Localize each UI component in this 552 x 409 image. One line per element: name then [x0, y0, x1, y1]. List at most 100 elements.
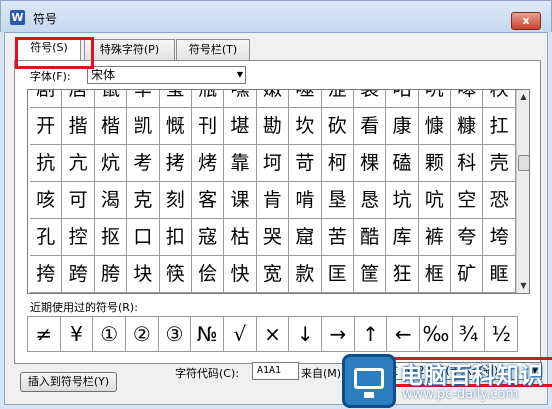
scroll-up-icon[interactable]: ▲	[517, 90, 529, 104]
symbol-cell[interactable]: 糠	[451, 108, 484, 145]
symbol-cell[interactable]: 垦	[321, 182, 354, 219]
symbol-cell[interactable]: 刻	[159, 182, 192, 219]
symbol-cell[interactable]: 扛	[483, 108, 516, 145]
symbol-cell[interactable]: 慨	[159, 108, 192, 145]
symbol-cell[interactable]: 噬	[289, 90, 322, 108]
recent-symbol-cell[interactable]: ½	[484, 316, 519, 352]
symbol-cell[interactable]: 恐	[483, 182, 516, 219]
symbol-cell[interactable]: 肯	[256, 182, 290, 219]
symbol-cell[interactable]: 裴	[353, 90, 387, 108]
symbol-cell[interactable]: 剧	[30, 90, 63, 108]
symbol-cell[interactable]: 渴	[94, 182, 128, 219]
symbol-cell[interactable]: 夸	[451, 219, 484, 256]
symbol-cell[interactable]: 开	[30, 108, 63, 145]
recent-symbol-cell[interactable]: ①	[92, 316, 127, 352]
symbol-cell[interactable]: 窟	[289, 219, 322, 256]
symbol-cell[interactable]: 款	[289, 256, 322, 293]
symbol-cell[interactable]: 匡	[321, 256, 354, 293]
recent-symbol-cell[interactable]: ↑	[353, 316, 388, 352]
symbol-cell[interactable]: 嗥	[451, 90, 484, 108]
tab-symbol-bar[interactable]: 符号栏(T)	[176, 39, 250, 60]
symbol-cell[interactable]: 烤	[191, 145, 225, 182]
symbol-cell[interactable]: 框	[418, 256, 452, 293]
symbol-cell[interactable]: 壳	[483, 145, 516, 182]
symbol-cell[interactable]: 筷	[159, 256, 192, 293]
symbol-cell[interactable]: 柯	[321, 145, 354, 182]
symbol-cell[interactable]: 坑	[386, 182, 419, 219]
symbol-cell[interactable]: 垮	[483, 219, 516, 256]
symbol-cell[interactable]: 涩	[321, 90, 354, 108]
symbol-cell[interactable]: 苦	[321, 219, 354, 256]
symbol-cell[interactable]: 拷	[159, 145, 192, 182]
symbol-cell[interactable]: 举	[127, 90, 160, 108]
recent-symbol-cell[interactable]: →	[321, 316, 355, 352]
symbol-cell[interactable]: 啃	[289, 182, 322, 219]
symbol-cell[interactable]: 抗	[30, 145, 63, 182]
symbol-cell[interactable]: 裤	[418, 219, 452, 256]
symbol-cell[interactable]: 砍	[321, 108, 354, 145]
symbol-cell[interactable]: 嫩	[256, 90, 290, 108]
symbol-cell[interactable]: 跨	[62, 256, 95, 293]
symbol-cell[interactable]: 恳	[353, 182, 387, 219]
symbol-cell[interactable]: 挎	[30, 256, 63, 293]
symbol-cell[interactable]: 楷	[94, 108, 128, 145]
symbol-cell[interactable]: 鼠	[94, 90, 128, 108]
recent-symbol-cell[interactable]: ②	[125, 316, 159, 352]
insert-to-symbol-bar-button[interactable]: 插入到符号栏(Y)	[20, 372, 117, 392]
recent-symbol-cell[interactable]: ↓	[288, 316, 323, 352]
symbol-cell[interactable]: 咕	[386, 90, 419, 108]
symbol-cell[interactable]: 狂	[386, 256, 419, 293]
recent-symbol-cell[interactable]: ③	[157, 316, 192, 352]
recent-symbol-cell[interactable]: √	[223, 316, 257, 352]
close-button[interactable]: x	[511, 12, 541, 30]
symbol-cell[interactable]: 吭	[418, 90, 452, 108]
symbol-cell[interactable]: 快	[224, 256, 257, 293]
symbol-cell[interactable]: 靠	[224, 145, 257, 182]
symbol-cell[interactable]: 莹	[159, 90, 192, 108]
symbol-cell[interactable]: 苛	[289, 145, 322, 182]
symbol-cell[interactable]: 堪	[224, 108, 257, 145]
symbol-cell[interactable]: 库	[386, 219, 419, 256]
symbol-cell[interactable]: 炕	[94, 145, 128, 182]
symbol-cell[interactable]: 吭	[418, 182, 452, 219]
symbol-cell[interactable]: 块	[127, 256, 160, 293]
symbol-cell[interactable]: 咳	[30, 182, 63, 219]
symbol-cell[interactable]: 考	[127, 145, 160, 182]
symbol-cell[interactable]: 孔	[30, 219, 63, 256]
symbol-cell[interactable]: 慷	[418, 108, 452, 145]
scroll-thumb[interactable]	[518, 154, 529, 171]
symbol-cell[interactable]: 揩	[62, 108, 95, 145]
symbol-cell[interactable]: 口	[127, 219, 160, 256]
symbol-cell[interactable]: 亢	[62, 145, 95, 182]
symbol-cell[interactable]: 秧	[483, 90, 516, 108]
recent-symbol-cell[interactable]: ×	[255, 316, 290, 352]
symbol-cell[interactable]: 刊	[191, 108, 225, 145]
symbol-cell[interactable]: 客	[191, 182, 225, 219]
symbol-cell[interactable]: 康	[386, 108, 419, 145]
symbol-cell[interactable]: 筐	[353, 256, 387, 293]
symbol-cell[interactable]: 克	[127, 182, 160, 219]
symbol-cell[interactable]: 居	[62, 90, 95, 108]
symbol-cell[interactable]: 棵	[353, 145, 387, 182]
symbol-cell[interactable]: 课	[224, 182, 257, 219]
recent-symbol-cell[interactable]: ¥	[59, 316, 94, 352]
symbol-cell[interactable]: 胯	[94, 256, 128, 293]
grid-scrollbar[interactable]: ▲ ▼	[516, 90, 529, 293]
symbol-cell[interactable]: 哭	[256, 219, 290, 256]
symbol-cell[interactable]: 凯	[127, 108, 160, 145]
symbol-cell[interactable]: 坎	[289, 108, 322, 145]
symbol-cell[interactable]: 枯	[224, 219, 257, 256]
symbol-cell[interactable]: 嘿	[224, 90, 257, 108]
symbol-cell[interactable]: 眶	[483, 256, 516, 293]
recent-symbol-cell[interactable]: ←	[386, 316, 421, 352]
symbol-cell[interactable]: 可	[62, 182, 95, 219]
symbol-cell[interactable]: 勘	[256, 108, 290, 145]
symbol-cell[interactable]: 颗	[418, 145, 452, 182]
symbol-cell[interactable]: 寇	[191, 219, 225, 256]
symbol-cell[interactable]: 扣	[159, 219, 192, 256]
symbol-cell[interactable]: 抠	[94, 219, 128, 256]
recent-symbol-cell[interactable]: ¾	[451, 316, 486, 352]
scroll-down-icon[interactable]: ▼	[517, 279, 529, 293]
symbol-cell[interactable]: 看	[353, 108, 387, 145]
symbol-cell[interactable]: 空	[451, 182, 484, 219]
